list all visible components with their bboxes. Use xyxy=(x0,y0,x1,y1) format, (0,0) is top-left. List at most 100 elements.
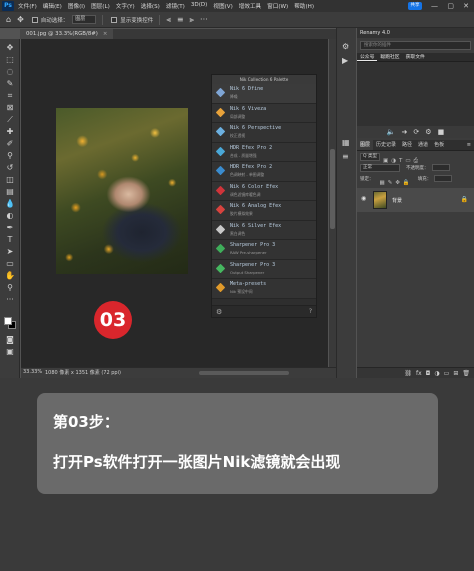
auto-select-checkbox[interactable] xyxy=(31,16,38,23)
shape-filter-icon[interactable]: ▭ xyxy=(405,158,410,164)
more-tools-icon[interactable]: ··· xyxy=(5,295,15,305)
share-icon[interactable]: ➜ xyxy=(402,128,408,136)
tab-layers[interactable]: 图层 xyxy=(357,140,374,150)
panel-menu-icon[interactable]: ≡ xyxy=(464,140,474,150)
eraser-tool-icon[interactable]: ◫ xyxy=(5,175,15,185)
menu-3d[interactable]: 3D(D) xyxy=(191,2,208,10)
document-info[interactable]: 1080 像素 x 1351 像素 (72 ppi) xyxy=(45,369,121,376)
nik-filter-item[interactable]: Nik 6 Viveza 局部调整 xyxy=(212,103,316,123)
shape-tool-icon[interactable]: ▭ xyxy=(5,259,15,269)
canvas-area[interactable]: 03 Nik Collection 6 Palette Nik 6 Dfine 降… xyxy=(21,39,328,367)
lasso-tool-icon[interactable]: ◌ xyxy=(5,67,15,77)
path-select-icon[interactable]: ➤ xyxy=(5,247,15,257)
home-icon[interactable]: ⌂ xyxy=(6,15,11,24)
move-tool-icon[interactable]: ✥ xyxy=(17,15,24,24)
more-options-icon[interactable]: ··· xyxy=(200,15,208,24)
healing-tool-icon[interactable]: ✚ xyxy=(5,127,15,137)
tab-get-files[interactable]: 获取文件 xyxy=(403,53,428,61)
adjustment-icon[interactable]: ◑ xyxy=(434,370,439,377)
menu-view[interactable]: 视图(V) xyxy=(213,2,232,10)
align-left-icon[interactable]: ⫷ xyxy=(166,15,171,25)
help-icon[interactable]: ? xyxy=(309,308,312,315)
auto-select-dropdown[interactable]: 图层 xyxy=(72,15,97,24)
pen-tool-icon[interactable]: ✒ xyxy=(5,223,15,233)
brush-settings-icon[interactable]: ≡ xyxy=(342,152,349,161)
marquee-tool-icon[interactable]: ⬚ xyxy=(5,55,15,65)
nik-filter-item[interactable]: Sharpener Pro 3 Output Sharpener xyxy=(212,259,316,279)
menu-edit[interactable]: 编辑(E) xyxy=(43,2,62,10)
vertical-scrollbar[interactable] xyxy=(329,39,336,367)
opacity-field[interactable] xyxy=(431,164,450,171)
nik-filter-item[interactable]: Meta-presets Nik 预设中间 xyxy=(212,279,316,299)
group-icon[interactable]: ▭ xyxy=(444,370,450,377)
speaker-icon[interactable]: 🔈 xyxy=(387,128,396,136)
layer-name[interactable]: 背景 xyxy=(392,197,402,204)
play-icon[interactable]: ▶ xyxy=(342,56,348,65)
link-layers-icon[interactable]: ⛓ xyxy=(404,370,412,377)
nik-filter-item[interactable]: Nik 6 Analog Efex 胶片模拟效果 xyxy=(212,201,316,221)
minimize-icon[interactable]: — xyxy=(431,1,438,11)
frame-tool-icon[interactable]: ⊠ xyxy=(5,103,15,113)
transform-controls-checkbox[interactable] xyxy=(111,16,118,23)
tab-swatches[interactable]: 色板 xyxy=(431,140,447,150)
new-layer-icon[interactable]: ⊞ xyxy=(453,370,458,377)
blur-tool-icon[interactable]: 💧 xyxy=(5,199,15,209)
menu-plugins[interactable]: 增效工具 xyxy=(239,2,261,10)
nik-filter-item[interactable]: Nik 6 Dfine 降噪 xyxy=(212,84,316,104)
close-tab-icon[interactable]: × xyxy=(103,31,108,37)
history-brush-icon[interactable]: ↺ xyxy=(5,163,15,173)
nik-filter-item[interactable]: Nik 6 Silver Efex 黑白调色 xyxy=(212,220,316,240)
menu-file[interactable]: 文件(F) xyxy=(18,2,37,10)
align-center-icon[interactable]: ≡ xyxy=(177,15,184,24)
share-button[interactable]: 共享 xyxy=(408,2,422,10)
horizontal-scrollbar[interactable] xyxy=(199,371,289,375)
close-window-icon[interactable]: ✕ xyxy=(463,1,469,11)
menu-help[interactable]: 帮助(H) xyxy=(294,2,314,10)
renamy-search-input[interactable]: 搜索你的插件 xyxy=(360,41,471,50)
fill-field[interactable] xyxy=(434,175,453,182)
screen-mode-icon[interactable]: ▣ xyxy=(5,347,15,357)
lock-pixels-icon[interactable]: ▦ xyxy=(380,180,385,186)
plugin-icon[interactable]: ⚙ xyxy=(342,42,349,51)
menu-filter[interactable]: 滤镜(T) xyxy=(166,2,185,10)
nik-filter-item[interactable]: Nik 6 Perspective 校正透视 xyxy=(212,123,316,143)
lock-all-icon[interactable]: 🔒 xyxy=(403,180,410,186)
nik-filter-item[interactable]: Nik 6 Color Efex 调色滤镜库暖色调 xyxy=(212,181,316,201)
menu-type[interactable]: 文字(Y) xyxy=(116,2,135,10)
align-right-icon[interactable]: ⫸ xyxy=(190,15,195,25)
mask-icon[interactable]: ◘ xyxy=(426,370,431,377)
lock-position-icon[interactable]: ✥ xyxy=(395,180,400,186)
tab-official-account[interactable]: 公众号 xyxy=(357,53,378,61)
color-swatches[interactable] xyxy=(4,317,16,329)
hand-tool-icon[interactable]: ✋ xyxy=(5,271,15,281)
dodge-tool-icon[interactable]: ◐ xyxy=(5,211,15,221)
stamp-tool-icon[interactable]: ⚲ xyxy=(5,151,15,161)
history-icon[interactable]: ▦ xyxy=(342,138,350,147)
menu-select[interactable]: 选择(S) xyxy=(141,2,160,10)
zoom-level[interactable]: 33.33% xyxy=(23,369,42,375)
menu-image[interactable]: 图像(I) xyxy=(68,2,85,10)
gear-icon[interactable]: ⚙ xyxy=(425,128,431,136)
eyedropper-tool-icon[interactable]: ⟋ xyxy=(5,115,15,125)
quick-select-tool-icon[interactable]: ✎ xyxy=(5,79,15,89)
move-tool-icon[interactable]: ✥ xyxy=(5,43,15,53)
menu-layer[interactable]: 图层(L) xyxy=(91,2,110,10)
tab-community[interactable]: 聪跑社区 xyxy=(377,53,402,61)
layer-kind-filter[interactable]: Q 类型 xyxy=(360,152,380,161)
menu-window[interactable]: 窗口(W) xyxy=(267,2,288,10)
quick-mask-icon[interactable]: ◙ xyxy=(5,335,15,345)
refresh-icon[interactable]: ⟳ xyxy=(413,128,419,136)
document-photo[interactable] xyxy=(56,108,188,274)
settings-icon[interactable]: ⚙ xyxy=(216,308,222,316)
visibility-eye-icon[interactable]: ◉ xyxy=(361,195,366,202)
type-tool-icon[interactable]: T xyxy=(5,235,15,245)
gradient-tool-icon[interactable]: ▤ xyxy=(5,187,15,197)
nik-filter-item[interactable]: Sharpener Pro 3 RAW Pre-sharpener xyxy=(212,240,316,260)
scroll-thumb[interactable] xyxy=(330,149,335,229)
stop-icon[interactable]: ■ xyxy=(438,128,445,136)
nik-filter-item[interactable]: HDR Efex Pro 2 色调映射 - 单图调整 xyxy=(212,162,316,182)
layer-row-background[interactable]: ◉ 背景 🔒 xyxy=(357,188,474,212)
maximize-icon[interactable]: ▢ xyxy=(447,1,454,11)
nik-filter-item[interactable]: HDR Efex Pro 2 合成 - 质量增强 xyxy=(212,142,316,162)
document-tab[interactable]: 001.jpg @ 33.3%(RGB/8#) × xyxy=(20,29,114,39)
